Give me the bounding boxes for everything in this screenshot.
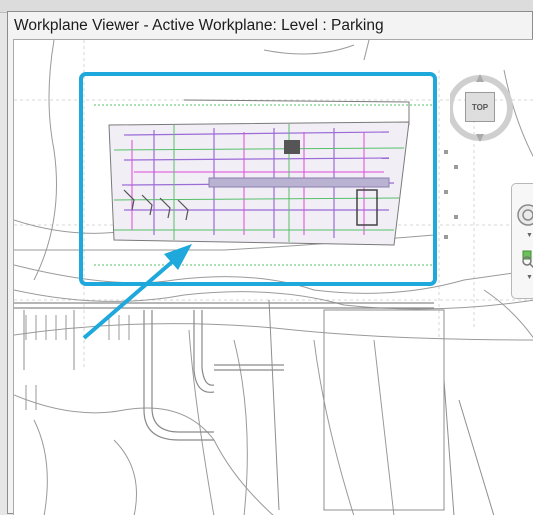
building-outlines [23, 299, 495, 515]
view-cube[interactable]: TOP [450, 72, 522, 144]
road-linework [14, 302, 434, 441]
navigation-bar: ✕ ▼ ▼ [511, 183, 533, 299]
parking-stripes [25, 315, 130, 410]
site-markers [444, 150, 458, 239]
workplane-viewer-window: Workplane Viewer - Active Workplane: Lev… [7, 11, 533, 515]
chevron-down-icon[interactable]: ▼ [526, 232, 533, 239]
title-bar[interactable]: Workplane Viewer - Active Workplane: Lev… [8, 12, 532, 38]
window-title: Workplane Viewer - Active Workplane: Lev… [14, 17, 384, 34]
building-plan [94, 99, 434, 266]
chevron-down-icon[interactable]: ▼ [526, 274, 533, 281]
steering-wheel-icon[interactable] [515, 202, 533, 228]
cube-top-face[interactable]: TOP [465, 92, 495, 122]
drawing-canvas[interactable]: TOP ✕ ▼ ▼ [13, 39, 533, 515]
zoom-icon[interactable] [516, 248, 533, 272]
